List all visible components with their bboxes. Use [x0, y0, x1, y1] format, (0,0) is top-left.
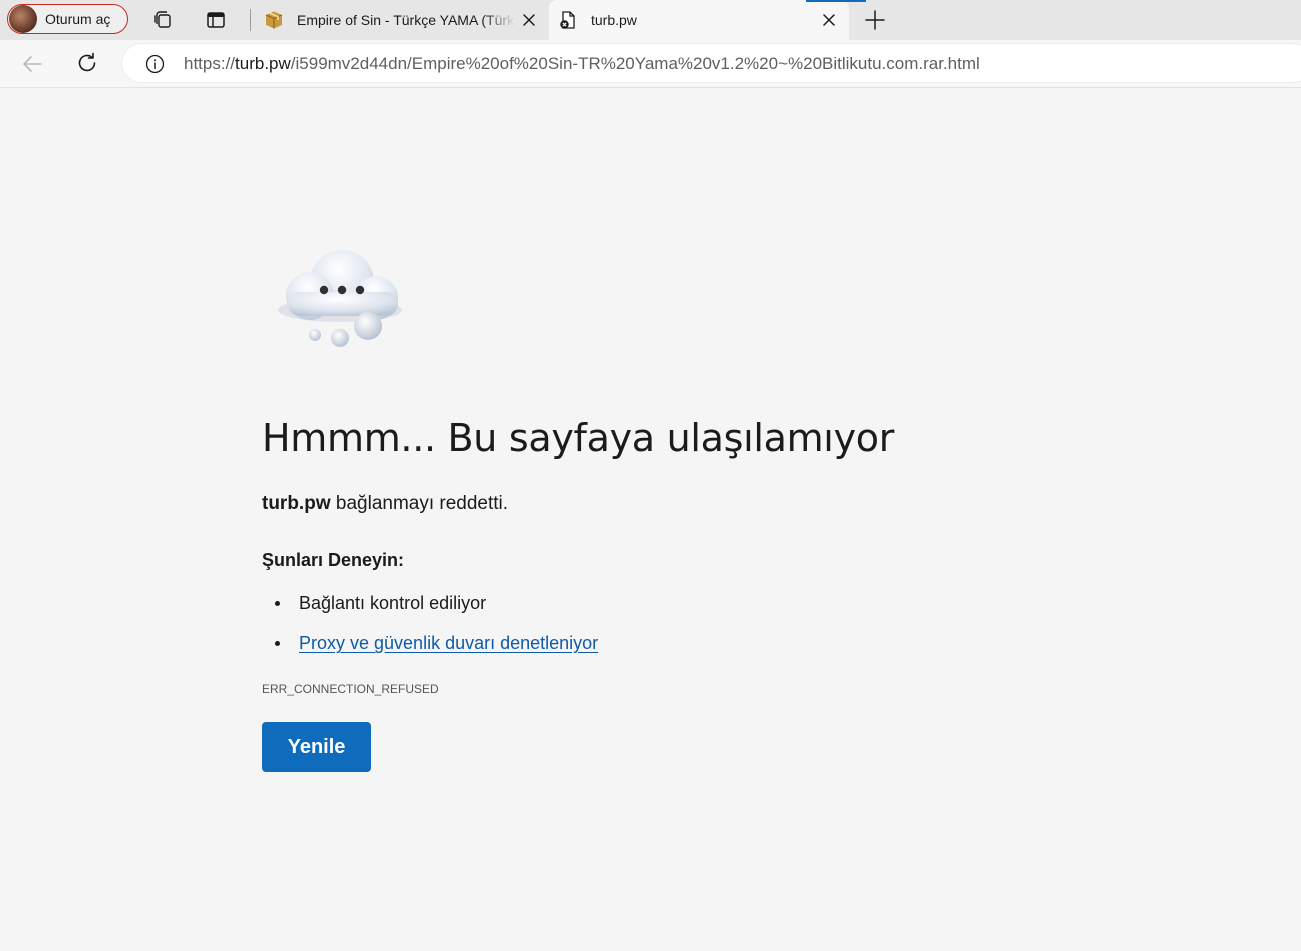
tab-turb-pw[interactable]: turb.pw	[549, 0, 849, 40]
cloud-error-icon	[278, 250, 402, 347]
bullet	[275, 601, 280, 606]
new-tab-plus-icon[interactable]	[864, 9, 886, 31]
profile-label: Oturum aç	[45, 11, 111, 27]
proxy-firewall-link[interactable]: Proxy ve güvenlik duvarı denetleniyor	[299, 633, 598, 654]
avatar	[9, 5, 37, 33]
try-heading: Şunları Deneyin:	[262, 550, 405, 570]
tab-actions-icon[interactable]	[206, 10, 226, 30]
url-host: turb.pw	[235, 54, 291, 73]
error-description: turb.pw bağlanmayı reddetti.	[262, 493, 508, 515]
package-icon	[265, 11, 283, 29]
tab-title: turb.pw	[591, 12, 637, 28]
reload-button[interactable]: Yenile	[262, 722, 371, 772]
url-path: /i599mv2d44dn/Empire%20of%20Sin-TR%20Yam…	[290, 54, 980, 73]
error-code: ERR_CONNECTION_REFUSED	[262, 682, 439, 696]
address-bar[interactable]: https://turb.pw/i599mv2d44dn/Empire%20of…	[122, 44, 1301, 82]
toolbar: https://turb.pw/i599mv2d44dn/Empire%20of…	[0, 40, 1301, 87]
back-arrow-icon[interactable]	[21, 53, 43, 75]
page-error-icon	[560, 11, 575, 29]
suggestion-text: Bağlantı kontrol ediliyor	[299, 593, 487, 613]
active-tab-indicator	[806, 0, 866, 2]
url-text[interactable]: https://turb.pw/i599mv2d44dn/Empire%20of…	[184, 54, 980, 74]
error-title: Hmmm... Bu sayfaya ulaşılamıyor	[262, 416, 895, 460]
tab-empire-of-sin[interactable]: Empire of Sin - Türkçe YAMA (Türkçe Yama…	[255, 0, 547, 40]
close-icon[interactable]	[521, 12, 537, 28]
info-icon[interactable]	[145, 54, 165, 74]
refresh-icon[interactable]	[76, 52, 98, 74]
bullet	[275, 641, 280, 646]
profile-button[interactable]: Oturum aç	[7, 4, 128, 34]
tab-divider	[250, 9, 251, 31]
collections-icon[interactable]	[153, 10, 173, 30]
tab-title: Empire of Sin - Türkçe YAMA (Türkçe Yama…	[297, 12, 515, 28]
url-scheme: https://	[184, 54, 236, 73]
tab-strip: Oturum aç Empire of Sin - Türkçe YAMA (T…	[0, 0, 1301, 40]
suggestion-item: Bağlantı kontrol ediliyor	[275, 593, 486, 614]
close-icon[interactable]	[821, 12, 837, 28]
error-page	[0, 88, 1301, 951]
error-description-text: bağlanmayı reddetti.	[335, 493, 509, 514]
suggestion-item: Proxy ve güvenlik duvarı denetleniyor	[275, 633, 598, 654]
error-host: turb.pw	[262, 493, 331, 514]
